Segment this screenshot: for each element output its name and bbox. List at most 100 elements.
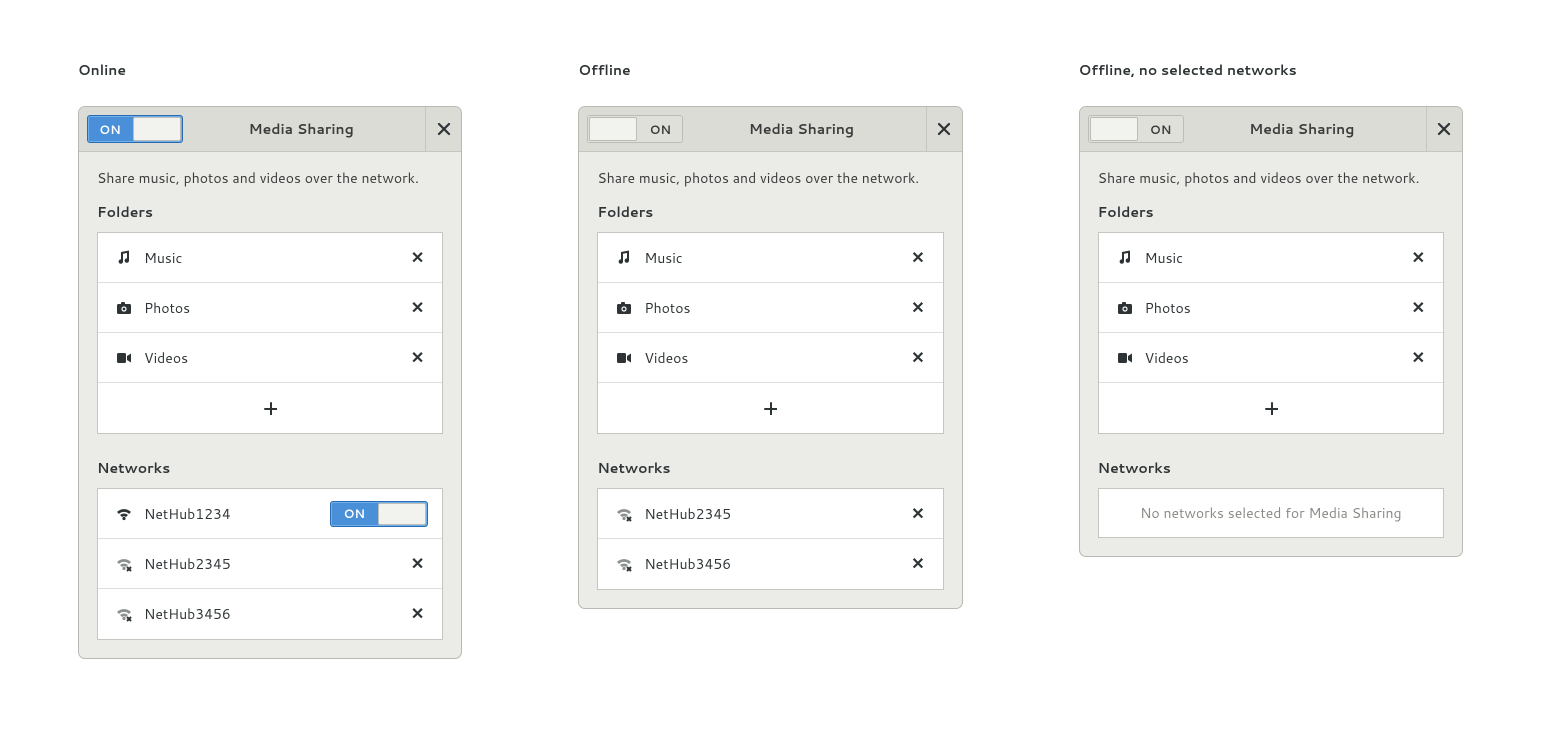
close-button[interactable] bbox=[1426, 107, 1462, 151]
wifi-off-icon bbox=[116, 606, 144, 622]
add-folder-button[interactable] bbox=[1099, 383, 1443, 433]
folder-name: Photos bbox=[1145, 298, 1412, 318]
remove-folder-button[interactable]: ✕ bbox=[1412, 350, 1425, 366]
caption: Offline bbox=[578, 60, 962, 80]
folder-row-videos[interactable]: Videos ✕ bbox=[98, 333, 442, 383]
remove-network-button[interactable]: ✕ bbox=[411, 556, 424, 572]
network-name: NetHub2345 bbox=[644, 504, 911, 524]
wifi-off-icon bbox=[616, 506, 644, 522]
remove-folder-button[interactable]: ✕ bbox=[1412, 300, 1425, 316]
network-name: NetHub3456 bbox=[144, 604, 411, 624]
headerbar: ON Media Sharing bbox=[579, 107, 961, 152]
plus-icon bbox=[1264, 401, 1278, 415]
network-row[interactable]: NetHub2345 ✕ bbox=[98, 539, 442, 589]
plus-icon bbox=[763, 401, 777, 415]
media-sharing-dialog: ON Media Sharing Share music, photos and… bbox=[78, 106, 462, 659]
folder-name: Photos bbox=[144, 298, 411, 318]
folder-row-music[interactable]: Music ✕ bbox=[1099, 233, 1443, 283]
variant-offline-none: Offline, no selected networks ON Media S… bbox=[1079, 60, 1463, 557]
network-name: NetHub2345 bbox=[144, 554, 411, 574]
description: Share music, photos and videos over the … bbox=[1098, 168, 1444, 188]
folders-label: Folders bbox=[597, 202, 943, 222]
network-row[interactable]: NetHub3456 ✕ bbox=[98, 589, 442, 639]
folder-name: Videos bbox=[1145, 348, 1412, 368]
variant-offline: Offline ON Media Sharing Share music, ph… bbox=[578, 60, 962, 609]
network-row[interactable]: NetHub3456 ✕ bbox=[598, 539, 942, 589]
network-name: NetHub3456 bbox=[644, 554, 911, 574]
folders-list: Music ✕ Photos ✕ Videos ✕ bbox=[97, 232, 443, 434]
close-icon bbox=[936, 121, 952, 137]
switch-knob bbox=[133, 117, 181, 141]
description: Share music, photos and videos over the … bbox=[597, 168, 943, 188]
no-networks-placeholder: No networks selected for Media Sharing bbox=[1098, 488, 1444, 538]
network-row[interactable]: NetHub1234 ON bbox=[98, 489, 442, 539]
remove-folder-button[interactable]: ✕ bbox=[1412, 250, 1425, 266]
media-sharing-dialog: ON Media Sharing Share music, photos and… bbox=[1079, 106, 1463, 557]
wifi-off-icon bbox=[116, 556, 144, 572]
folder-row-photos[interactable]: Photos ✕ bbox=[98, 283, 442, 333]
dialog-body: Share music, photos and videos over the … bbox=[579, 152, 961, 608]
dialog-body: Share music, photos and videos over the … bbox=[1080, 152, 1462, 556]
dialog-title: Media Sharing bbox=[1184, 119, 1420, 139]
folder-row-photos[interactable]: Photos ✕ bbox=[598, 283, 942, 333]
folder-row-music[interactable]: Music ✕ bbox=[98, 233, 442, 283]
switch-knob bbox=[589, 117, 637, 141]
switch-label: ON bbox=[88, 121, 132, 138]
remove-folder-button[interactable]: ✕ bbox=[911, 250, 924, 266]
networks-label: Networks bbox=[97, 458, 443, 478]
wifi-off-icon bbox=[616, 556, 644, 572]
network-name: NetHub1234 bbox=[144, 504, 330, 524]
plus-icon bbox=[263, 401, 277, 415]
close-button[interactable] bbox=[425, 107, 461, 151]
remove-folder-button[interactable]: ✕ bbox=[911, 350, 924, 366]
dialog-title: Media Sharing bbox=[683, 119, 919, 139]
networks-label: Networks bbox=[1098, 458, 1444, 478]
close-icon bbox=[1436, 121, 1452, 137]
photos-icon bbox=[116, 300, 144, 316]
folder-row-photos[interactable]: Photos ✕ bbox=[1099, 283, 1443, 333]
close-icon bbox=[436, 121, 452, 137]
videos-icon bbox=[116, 350, 144, 366]
photos-icon bbox=[1117, 300, 1145, 316]
caption: Online bbox=[78, 60, 462, 80]
switch-knob bbox=[1090, 117, 1138, 141]
remove-folder-button[interactable]: ✕ bbox=[911, 300, 924, 316]
caption: Offline, no selected networks bbox=[1079, 60, 1463, 80]
switch-knob bbox=[378, 503, 426, 525]
master-switch[interactable]: ON bbox=[87, 115, 183, 143]
folder-name: Videos bbox=[644, 348, 911, 368]
master-switch[interactable]: ON bbox=[587, 115, 683, 143]
master-switch[interactable]: ON bbox=[1088, 115, 1184, 143]
remove-network-button[interactable]: ✕ bbox=[411, 606, 424, 622]
dialog-title: Media Sharing bbox=[183, 119, 419, 139]
add-folder-button[interactable] bbox=[598, 383, 942, 433]
networks-list: NetHub1234 ON NetHub2345 ✕ NetHub3456 ✕ bbox=[97, 488, 443, 640]
add-folder-button[interactable] bbox=[98, 383, 442, 433]
music-icon bbox=[1117, 250, 1145, 266]
folder-row-videos[interactable]: Videos ✕ bbox=[598, 333, 942, 383]
network-row[interactable]: NetHub2345 ✕ bbox=[598, 489, 942, 539]
folder-row-videos[interactable]: Videos ✕ bbox=[1099, 333, 1443, 383]
folders-list: Music ✕ Photos ✕ Videos ✕ bbox=[597, 232, 943, 434]
switch-label: ON bbox=[638, 121, 682, 138]
wifi-icon bbox=[116, 506, 144, 522]
music-icon bbox=[116, 250, 144, 266]
networks-list: NetHub2345 ✕ NetHub3456 ✕ bbox=[597, 488, 943, 590]
headerbar: ON Media Sharing bbox=[1080, 107, 1462, 152]
networks-label: Networks bbox=[597, 458, 943, 478]
remove-network-button[interactable]: ✕ bbox=[911, 506, 924, 522]
remove-folder-button[interactable]: ✕ bbox=[411, 250, 424, 266]
photos-icon bbox=[616, 300, 644, 316]
description: Share music, photos and videos over the … bbox=[97, 168, 443, 188]
network-switch[interactable]: ON bbox=[330, 501, 428, 527]
folder-name: Music bbox=[144, 248, 411, 268]
remove-network-button[interactable]: ✕ bbox=[911, 556, 924, 572]
switch-label: ON bbox=[1139, 121, 1183, 138]
folder-row-music[interactable]: Music ✕ bbox=[598, 233, 942, 283]
variant-online: Online ON Media Sharing Share music, pho… bbox=[78, 60, 462, 659]
remove-folder-button[interactable]: ✕ bbox=[411, 350, 424, 366]
media-sharing-dialog: ON Media Sharing Share music, photos and… bbox=[578, 106, 962, 609]
remove-folder-button[interactable]: ✕ bbox=[411, 300, 424, 316]
videos-icon bbox=[616, 350, 644, 366]
close-button[interactable] bbox=[926, 107, 962, 151]
